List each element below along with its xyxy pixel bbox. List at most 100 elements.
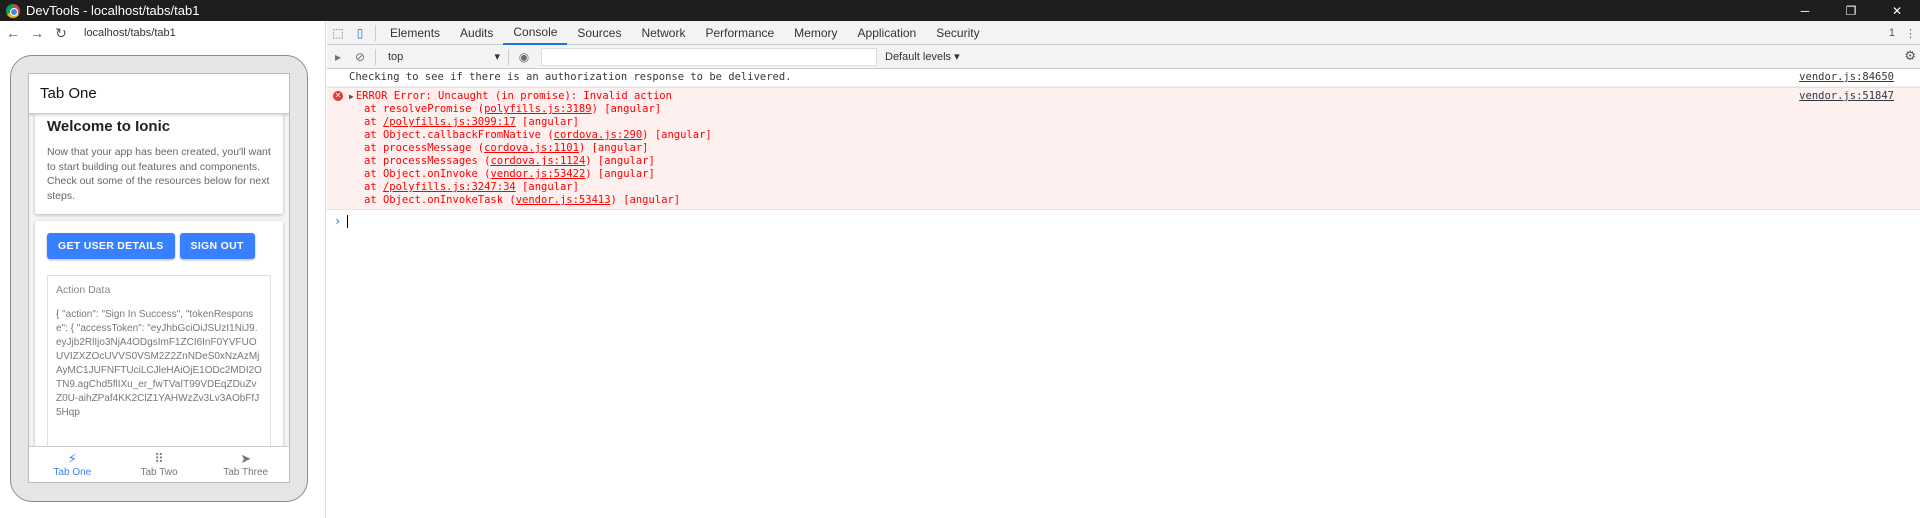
tab-audits[interactable]: Audits: [450, 21, 503, 45]
toolbar-divider: [375, 24, 376, 41]
log-levels-dropdown[interactable]: Default levels ▾: [885, 50, 960, 63]
stack-frame-suffix: ) [angular]: [642, 129, 712, 141]
stack-frame-suffix: ) [angular]: [610, 194, 681, 206]
tab-bar: ⚡ Tab One ⠿ Tab Two ➤ Tab Three: [29, 446, 289, 482]
error-icon: ✕: [333, 91, 343, 101]
page-title: Tab One: [40, 85, 97, 102]
reload-icon[interactable]: ↻: [54, 26, 68, 40]
tab-console[interactable]: Console: [503, 21, 568, 45]
device-url[interactable]: localhost/tabs/tab1: [84, 27, 176, 39]
stack-frame: at resolvePromise (polyfills.js:3189) [a…: [349, 103, 1920, 116]
chevron-down-icon: ▾: [494, 51, 500, 63]
apps-icon: ⠿: [154, 450, 164, 466]
stack-frame-suffix: [angular]: [515, 116, 579, 128]
console-prompt[interactable]: ›: [327, 210, 1920, 228]
more-options-icon[interactable]: ⋮: [1905, 27, 1916, 40]
context-value: top: [388, 50, 404, 63]
tab-memory[interactable]: Memory: [784, 21, 847, 45]
stack-frame-link[interactable]: cordova.js:1101: [484, 142, 579, 154]
gear-icon[interactable]: ⚙: [1904, 48, 1916, 64]
error-message-source[interactable]: vendor.js:51847: [1799, 90, 1894, 103]
chrome-logo-icon: [6, 3, 20, 18]
send-icon: ➤: [240, 450, 252, 466]
stack-frame: at /polyfills.js:3247:34 [angular]: [349, 181, 1920, 194]
stack-frame-link[interactable]: vendor.js:53422: [490, 168, 585, 180]
tab-two[interactable]: ⠿ Tab Two: [116, 447, 203, 482]
error-headline: ERROR Error: Uncaught (in promise): Inva…: [355, 90, 672, 102]
phone-frame: Tab One Welcome to Ionic Now that your a…: [10, 55, 308, 502]
error-headline-row[interactable]: ▶ ERROR Error: Uncaught (in promise): Inv…: [349, 90, 1920, 103]
action-data-json: { "action": "Sign In Success", "tokenRes…: [56, 309, 262, 418]
flash-icon: ⚡: [67, 450, 77, 466]
stack-frame: at Object.onInvoke (vendor.js:53422) [an…: [349, 168, 1920, 181]
action-data-panel: Action Data { "action": "Sign In Success…: [47, 275, 271, 475]
stack-frame: at processMessage (cordova.js:1101) [ang…: [349, 142, 1920, 155]
get-user-details-button[interactable]: GET USER DETAILS: [47, 233, 175, 259]
tab-three[interactable]: ➤ Tab Three: [202, 447, 289, 482]
window-controls: ─ ❐ ✕: [1782, 0, 1920, 21]
device-emulation-pane: ← → ↻ localhost/tabs/tab1 Tab One Welcom…: [0, 21, 326, 518]
error-count-badge[interactable]: 1: [1889, 27, 1895, 39]
stack-frame-link[interactable]: /polyfills.js:3247:34: [383, 181, 516, 193]
stack-frame-text: at processMessage (: [364, 142, 485, 154]
stack-frame-link[interactable]: cordova.js:1124: [490, 155, 585, 167]
tab-one-label: Tab One: [53, 466, 92, 478]
sign-out-button[interactable]: SIGN OUT: [179, 233, 255, 259]
info-message-source[interactable]: vendor.js:84650: [1799, 71, 1894, 84]
welcome-card: Welcome to Ionic Now that your app has b…: [35, 114, 283, 214]
tab-network[interactable]: Network: [631, 21, 695, 45]
phone-screen: Tab One Welcome to Ionic Now that your a…: [28, 73, 290, 483]
eye-icon[interactable]: ◉: [513, 46, 535, 68]
stack-frame: at processMessages (cordova.js:1124) [an…: [349, 155, 1920, 168]
prompt-chevron-icon: ›: [334, 214, 342, 228]
minimize-button[interactable]: ─: [1782, 0, 1828, 21]
stack-frame-text: at resolvePromise (: [364, 103, 485, 115]
close-button[interactable]: ✕: [1874, 0, 1920, 21]
device-toolbar-icon[interactable]: ▯: [349, 22, 371, 44]
stack-frame-text: at Object.callbackFromNative (: [364, 129, 554, 141]
stack-frame-link[interactable]: /polyfills.js:3099:17: [383, 116, 516, 128]
stack-frame-text: at: [364, 116, 383, 128]
context-selector[interactable]: top ▾: [384, 48, 504, 66]
stack-frame-link[interactable]: cordova.js:290: [554, 129, 643, 141]
back-arrow-icon[interactable]: ←: [6, 26, 20, 40]
expand-caret-icon[interactable]: ▶: [349, 92, 354, 101]
text-cursor: [347, 214, 349, 228]
devtools-tab-strip: ⬚ ▯ Elements Audits Console Sources Netw…: [327, 21, 1920, 45]
stack-frame-text: at processMessages (: [364, 155, 491, 167]
restore-button[interactable]: ❐: [1828, 0, 1874, 21]
stack-frame-link[interactable]: polyfills.js:3189: [484, 103, 591, 115]
welcome-body: Now that your app has been created, you'…: [47, 146, 271, 202]
stack-frame: at Object.callbackFromNative (cordova.js…: [349, 129, 1920, 142]
stack-frame-text: at Object.onInvokeTask (: [364, 194, 516, 206]
clear-console-icon[interactable]: ⊘: [349, 46, 371, 68]
console-messages: Checking to see if there is an authoriza…: [327, 69, 1920, 228]
info-message-text: Checking to see if there is an authoriza…: [349, 71, 792, 83]
action-data-label: Action Data: [56, 284, 111, 296]
console-filter-input[interactable]: [541, 47, 877, 66]
tab-one[interactable]: ⚡ Tab One: [29, 447, 116, 482]
stack-frame-text: at: [364, 181, 383, 193]
tab-application[interactable]: Application: [848, 21, 927, 45]
stack-frame-suffix: ) [angular]: [591, 103, 662, 115]
show-sidebar-icon[interactable]: ▸: [327, 46, 349, 68]
tab-sources[interactable]: Sources: [567, 21, 631, 45]
console-error-message: ✕ ▶ ERROR Error: Uncaught (in promise): I…: [327, 87, 1920, 210]
stack-frame-suffix: [angular]: [515, 181, 579, 193]
stack-frame-suffix: ) [angular]: [585, 168, 655, 180]
app-header: Tab One: [29, 74, 289, 114]
window-titlebar: DevTools - localhost/tabs/tab1 ─ ❐ ✕: [0, 0, 1920, 21]
device-address-bar: ← → ↻ localhost/tabs/tab1: [0, 21, 325, 45]
forward-arrow-icon[interactable]: →: [30, 26, 44, 40]
stack-frame-link[interactable]: vendor.js:53413: [516, 194, 611, 206]
tab-performance[interactable]: Performance: [695, 21, 784, 45]
action-buttons: GET USER DETAILS SIGN OUT: [47, 233, 271, 259]
inspect-element-icon[interactable]: ⬚: [327, 22, 349, 44]
tab-security[interactable]: Security: [926, 21, 989, 45]
console-toolbar: ▸ ⊘ top ▾ ◉ Default levels ▾ ⚙: [327, 45, 1920, 69]
stack-frame-text: at Object.onInvoke (: [364, 168, 491, 180]
tab-three-label: Tab Three: [223, 466, 269, 478]
console-info-message: Checking to see if there is an authoriza…: [327, 69, 1920, 87]
stack-frame: at Object.onInvokeTask (vendor.js:53413)…: [349, 194, 1920, 207]
tab-elements[interactable]: Elements: [380, 21, 450, 45]
